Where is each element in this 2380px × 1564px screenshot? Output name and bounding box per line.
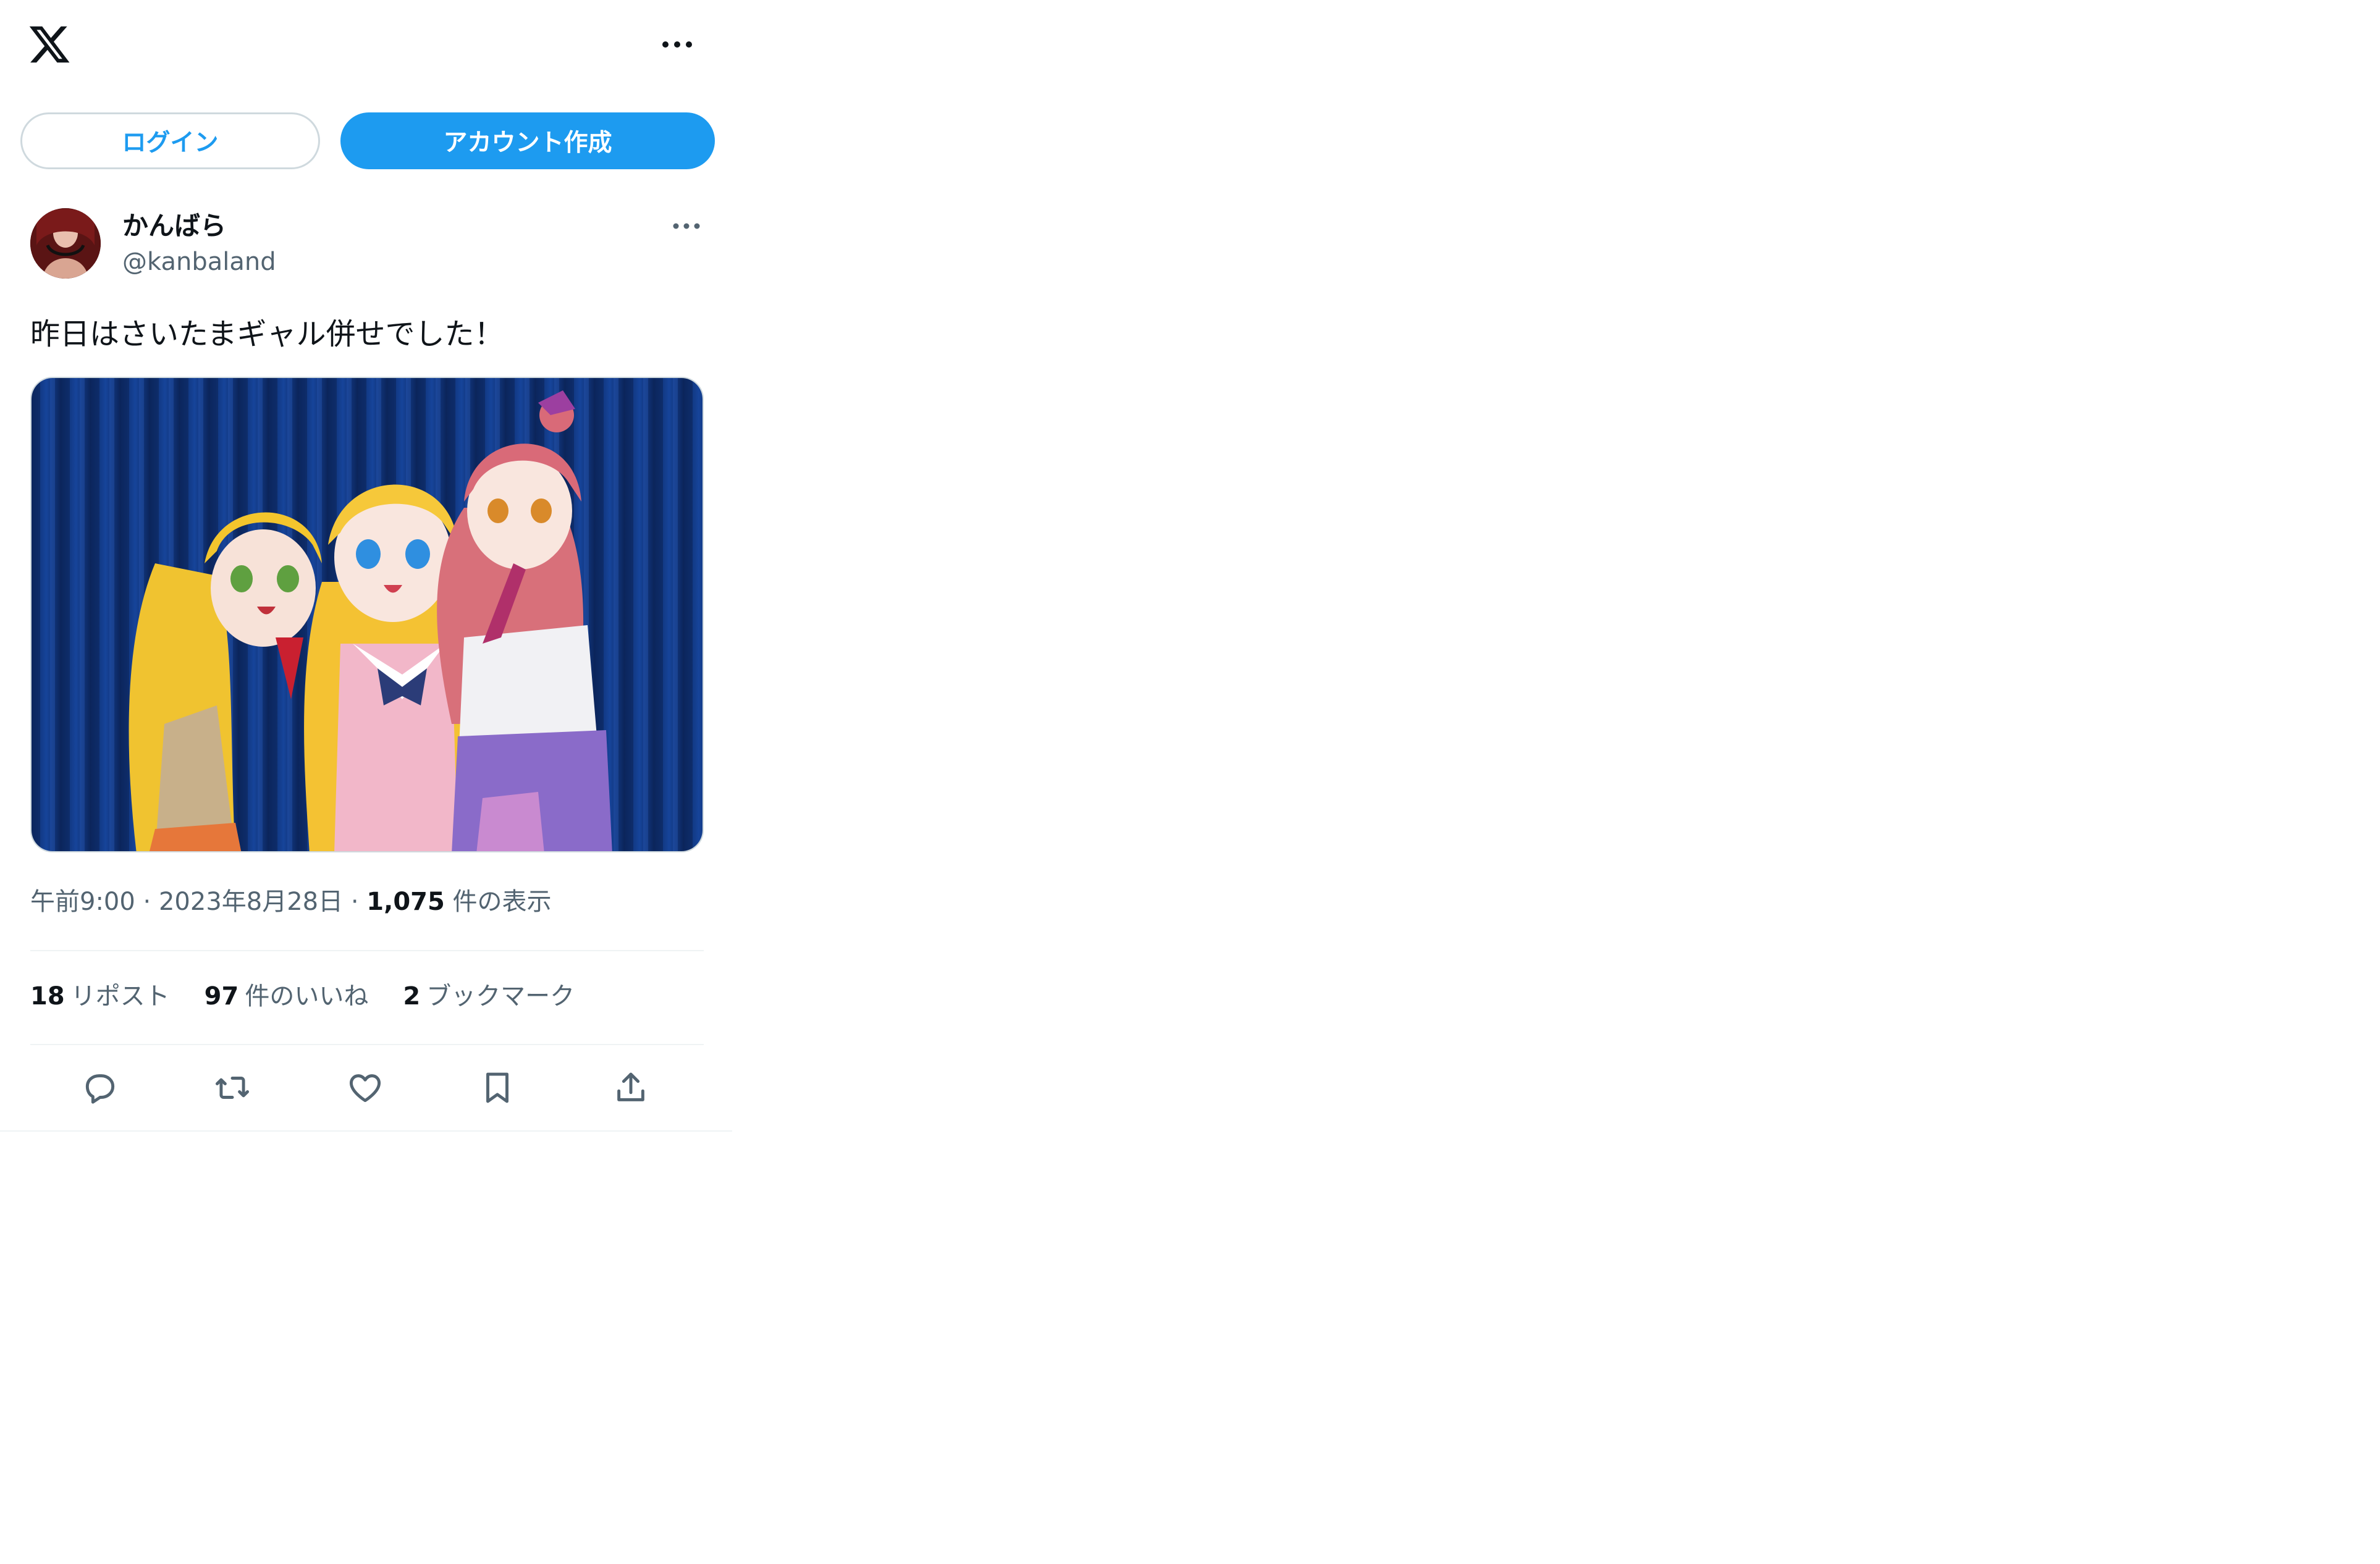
- repost-stat[interactable]: 18 リポスト: [30, 979, 170, 1014]
- login-button-label: ログイン: [122, 129, 219, 157]
- author-handle[interactable]: @kanbaland: [122, 246, 276, 278]
- post-date[interactable]: 2023年8月28日: [159, 888, 343, 916]
- repost-label: リポスト: [70, 982, 170, 1011]
- views-label: 件の表示: [452, 888, 552, 916]
- post-time[interactable]: 午前9:00: [30, 888, 135, 916]
- repost-count: 18: [30, 982, 65, 1011]
- bookmark-stat[interactable]: 2 ブックマーク: [403, 979, 575, 1014]
- x-logo-icon[interactable]: [27, 22, 72, 67]
- avatar[interactable]: [30, 208, 101, 279]
- login-button[interactable]: ログイン: [20, 112, 320, 169]
- meta-separator: ·: [143, 888, 151, 916]
- bookmark-count: 2: [403, 982, 421, 1011]
- bookmark-icon[interactable]: [478, 1069, 517, 1107]
- like-count: 97: [204, 982, 239, 1011]
- post-more-icon[interactable]: [672, 220, 701, 232]
- post-media-photo[interactable]: [30, 377, 704, 852]
- create-account-button-label: アカウント作成: [443, 129, 612, 157]
- more-options-icon[interactable]: [661, 37, 693, 52]
- views-count: 1,075: [366, 888, 445, 916]
- divider: [30, 1044, 704, 1045]
- create-account-button[interactable]: アカウント作成: [340, 112, 715, 169]
- like-label: 件のいいね: [245, 982, 369, 1011]
- like-icon[interactable]: [346, 1069, 384, 1107]
- like-stat[interactable]: 97 件のいいね: [205, 979, 369, 1014]
- post-panel: ログイン アカウント作成 かんばら @kanbaland 昨日はさいたまギャル併…: [0, 0, 732, 1132]
- post-stats: 18 リポスト 97 件のいいね 2 ブックマーク: [30, 979, 609, 1014]
- post-text: 昨日はさいたまギャル併せでした！: [30, 317, 504, 351]
- share-icon[interactable]: [612, 1069, 650, 1107]
- divider: [30, 950, 704, 951]
- repost-icon[interactable]: [213, 1069, 251, 1107]
- meta-separator: ·: [350, 888, 359, 916]
- post-meta: 午前9:00 · 2023年8月28日 · 1,075 件の表示: [30, 885, 552, 919]
- author-display-name[interactable]: かんばら: [122, 209, 226, 243]
- bookmark-label: ブックマーク: [426, 982, 575, 1011]
- reply-icon[interactable]: [81, 1069, 119, 1107]
